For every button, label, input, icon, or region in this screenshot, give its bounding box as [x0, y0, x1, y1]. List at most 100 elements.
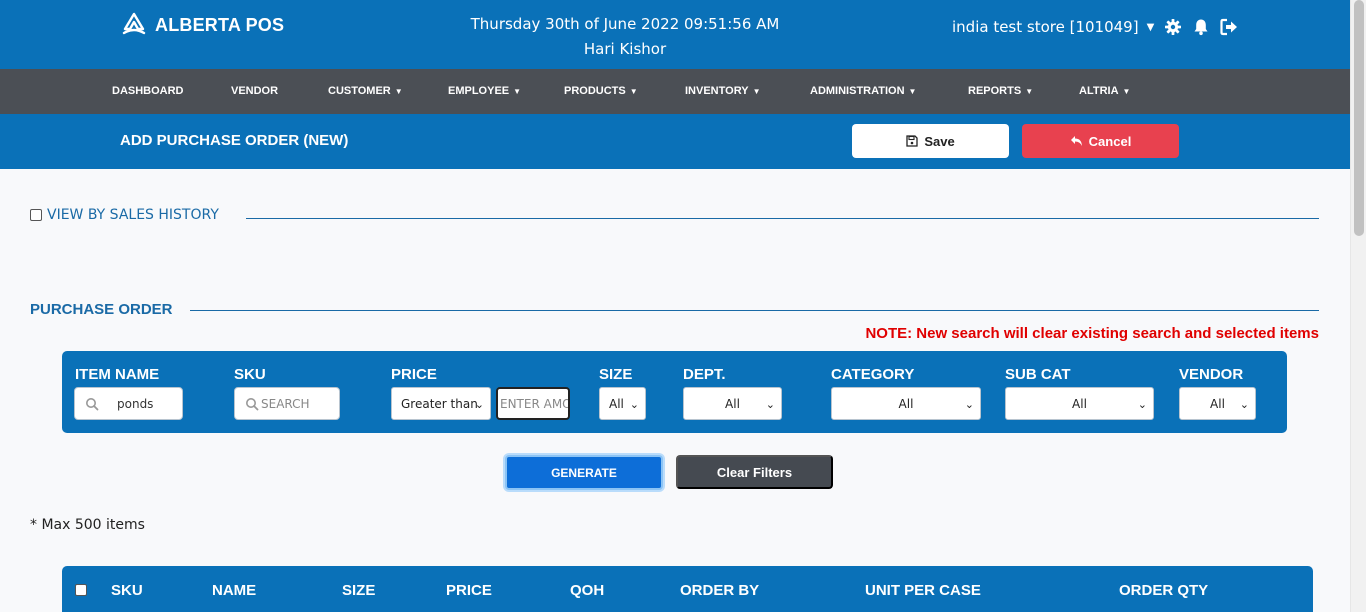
category-select[interactable]: All ⌄: [831, 387, 981, 420]
column-header[interactable]: SIZE: [342, 582, 375, 599]
sales-history-label: VIEW BY SALES HISTORY: [47, 207, 219, 223]
column-header[interactable]: NAME: [212, 582, 256, 599]
brand-name: ALBERTA POS: [155, 14, 285, 35]
nav-label: EMPLOYEE: [448, 85, 510, 97]
chevron-down-icon: ⌄: [629, 398, 639, 411]
nav-label: PRODUCTS: [564, 85, 626, 97]
item-name-value: ponds: [117, 396, 154, 411]
price-amount-input[interactable]: ENTER AMOUNT: [496, 387, 570, 420]
price-operator-value: Greater than: [401, 396, 478, 411]
nav-item-inventory[interactable]: INVENTORY ▼: [685, 69, 761, 114]
chevron-down-icon: ⌄: [1137, 398, 1147, 411]
size-label: SIZE: [599, 366, 633, 383]
divider: [246, 218, 1319, 219]
nav-label: DASHBOARD: [112, 85, 184, 97]
nav-item-products[interactable]: PRODUCTS ▼: [564, 69, 638, 114]
caret-down-icon: ▼: [1122, 87, 1131, 96]
nav-label: INVENTORY: [685, 85, 749, 97]
category-value: All: [898, 396, 914, 411]
price-amount-placeholder: ENTER AMOUNT: [500, 396, 570, 411]
datetime-block: Thursday 30th of June 2022 09:51:56 AM H…: [450, 12, 800, 62]
search-icon: [246, 397, 259, 410]
size-value: All: [609, 396, 624, 411]
generate-button[interactable]: GENERATE: [505, 455, 663, 490]
user-name: Hari Kishor: [583, 40, 667, 58]
caret-down-icon: ▼: [908, 87, 917, 96]
top-header: ALBERTA POS Thursday 30th of June 2022 0…: [0, 0, 1350, 69]
search-warning-note: NOTE: New search will clear existing sea…: [865, 325, 1319, 342]
dept-label: DEPT.: [683, 366, 726, 383]
sales-history-toggle[interactable]: VIEW BY SALES HISTORY: [30, 207, 219, 223]
size-select[interactable]: All ⌄: [599, 387, 646, 420]
chevron-down-icon[interactable]: ▼: [1147, 22, 1155, 33]
scrollbar-thumb[interactable]: [1354, 0, 1364, 236]
gear-icon[interactable]: [1164, 18, 1182, 36]
nav-item-administration[interactable]: ADMINISTRATION ▼: [810, 69, 916, 114]
caret-down-icon: ▼: [629, 87, 638, 96]
main-nav: DASHBOARD VENDOR CUSTOMER ▼ EMPLOYEE ▼ PRO…: [0, 69, 1350, 114]
sub-cat-select[interactable]: All ⌄: [1005, 387, 1154, 420]
column-header[interactable]: ORDER QTY: [1119, 582, 1208, 599]
filter-panel: ITEM NAME ponds SKU SEARCH PRICE Greater…: [62, 351, 1287, 433]
item-name-input[interactable]: ponds: [74, 387, 183, 420]
nav-label: ALTRIA: [1079, 85, 1119, 97]
nav-item-customer[interactable]: CUSTOMER ▼: [328, 69, 403, 114]
column-header[interactable]: PRICE: [446, 582, 492, 599]
vendor-select[interactable]: All ⌄: [1179, 387, 1256, 420]
clear-filters-button[interactable]: Clear Filters: [676, 455, 833, 489]
nav-item-altria[interactable]: ALTRIA ▼: [1079, 69, 1130, 114]
caret-down-icon: ▼: [1025, 87, 1034, 96]
chevron-down-icon: ⌄: [964, 398, 974, 411]
column-header[interactable]: QOH: [570, 582, 604, 599]
vendor-value: All: [1210, 396, 1225, 411]
category-label: CATEGORY: [831, 366, 915, 383]
nav-item-dashboard[interactable]: DASHBOARD: [112, 69, 184, 114]
chevron-down-icon: ⌄: [1239, 398, 1249, 411]
page: ALBERTA POS Thursday 30th of June 2022 0…: [0, 0, 1350, 612]
column-header[interactable]: SKU: [111, 582, 143, 599]
chevron-down-icon: ⌄: [765, 398, 775, 411]
page-title-bar: ADD PURCHASE ORDER (NEW) Save Cancel: [0, 114, 1350, 169]
sku-placeholder: SEARCH: [261, 396, 310, 411]
nav-label: ADMINISTRATION: [810, 85, 905, 97]
max-items-note: * Max 500 items: [30, 517, 145, 533]
cancel-button[interactable]: Cancel: [1022, 124, 1179, 158]
sku-input[interactable]: SEARCH: [234, 387, 340, 420]
floppy-disk-icon: [906, 135, 918, 147]
cancel-label: Cancel: [1088, 133, 1132, 149]
sku-label: SKU: [234, 366, 266, 383]
item-name-label: ITEM NAME: [75, 366, 160, 383]
select-all-checkbox[interactable]: [75, 584, 87, 596]
brand-logo[interactable]: ALBERTA POS: [121, 12, 284, 38]
vertical-scrollbar[interactable]: [1350, 0, 1366, 612]
purchase-order-heading: PURCHASE ORDER: [30, 301, 173, 318]
alberta-logo-icon: [122, 12, 146, 35]
sales-history-checkbox[interactable]: [30, 209, 42, 221]
sub-cat-value: All: [1072, 396, 1087, 411]
nav-item-reports[interactable]: REPORTS ▼: [968, 69, 1033, 114]
price-operator-select[interactable]: Greater than ⌄: [391, 387, 491, 420]
save-button[interactable]: Save: [852, 124, 1009, 158]
dept-value: All: [725, 396, 740, 411]
save-label: Save: [924, 133, 955, 149]
nav-label: CUSTOMER: [328, 85, 391, 97]
column-header[interactable]: UNIT PER CASE: [865, 582, 981, 599]
column-header[interactable]: ORDER BY: [680, 582, 759, 599]
sub-cat-label: SUB CAT: [1005, 366, 1071, 383]
store-selector[interactable]: india test store [101049]: [952, 18, 1139, 36]
logout-icon[interactable]: [1220, 18, 1238, 36]
bell-icon[interactable]: [1192, 18, 1210, 36]
store-area: india test store [101049] ▼: [952, 18, 1238, 36]
caret-down-icon: ▼: [752, 87, 761, 96]
divider: [190, 310, 1319, 311]
undo-icon: [1070, 136, 1082, 146]
dept-select[interactable]: All ⌄: [683, 387, 782, 420]
nav-item-employee[interactable]: EMPLOYEE ▼: [448, 69, 521, 114]
nav-item-vendor[interactable]: VENDOR: [231, 69, 278, 114]
nav-label: VENDOR: [231, 85, 279, 97]
vendor-label: VENDOR: [1179, 366, 1244, 383]
chevron-down-icon: ⌄: [474, 398, 484, 411]
caret-down-icon: ▼: [513, 87, 522, 96]
nav-label: REPORTS: [968, 85, 1022, 97]
caret-down-icon: ▼: [394, 87, 403, 96]
